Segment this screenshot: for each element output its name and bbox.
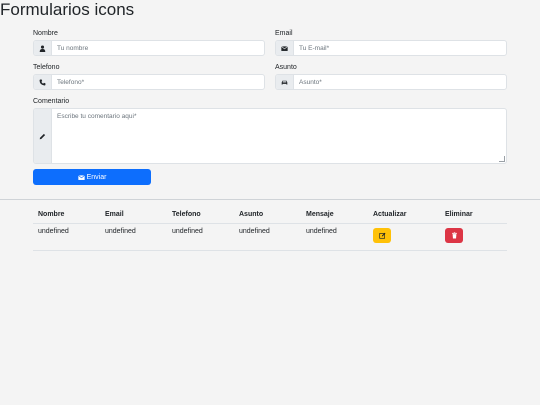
edit-button[interactable] xyxy=(373,228,391,243)
table-header-row: Nombre Email Telefono Asunto Mensaje Act… xyxy=(33,205,507,224)
contact-form: Nombre Tu nombre Email Tu E-mail* Telefo… xyxy=(33,29,507,164)
phone-icon xyxy=(34,75,52,89)
cell-email: undefined xyxy=(100,223,167,251)
telefono-input[interactable]: Telefono* xyxy=(52,75,264,89)
cell-actualizar xyxy=(368,223,440,251)
th-actualizar: Actualizar xyxy=(368,205,440,224)
email-label: Email xyxy=(275,30,293,37)
delete-button[interactable] xyxy=(445,228,463,243)
asunto-label: Asunto xyxy=(275,64,297,71)
comentario-textarea[interactable]: Escribe tu comentario aqui* xyxy=(52,109,506,163)
th-nombre: Nombre xyxy=(33,205,100,224)
asunto-field: Asunto Asunto* xyxy=(275,63,507,90)
th-mensaje: Mensaje xyxy=(301,205,368,224)
nombre-field: Nombre Tu nombre xyxy=(33,29,265,56)
comentario-input-group: Escribe tu comentario aqui* xyxy=(33,108,507,164)
comentario-field: Comentario Escribe tu comentario aqui* xyxy=(33,97,507,164)
email-input-group: Tu E-mail* xyxy=(275,40,507,56)
th-email: Email xyxy=(100,205,167,224)
resize-handle[interactable] xyxy=(499,156,505,162)
user-icon xyxy=(34,41,52,55)
email-input[interactable]: Tu E-mail* xyxy=(294,41,506,55)
pencil-icon xyxy=(34,109,52,163)
enviar-label: Enviar xyxy=(86,173,107,181)
trash-icon xyxy=(451,232,457,239)
telefono-label: Telefono xyxy=(33,64,60,71)
cell-eliminar xyxy=(440,223,507,251)
th-telefono: Telefono xyxy=(167,205,234,224)
cell-nombre: undefined xyxy=(33,223,100,251)
nombre-label: Nombre xyxy=(33,30,58,37)
table-row: undefined undefined undefined undefined … xyxy=(33,223,507,251)
nombre-input[interactable]: Tu nombre xyxy=(52,41,264,55)
nombre-input-group: Tu nombre xyxy=(33,40,265,56)
page-title: Formularios icons xyxy=(0,0,135,19)
telefono-input-group: Telefono* xyxy=(33,74,265,90)
asunto-input-group: Asunto* xyxy=(275,74,507,90)
cell-mensaje: undefined xyxy=(301,223,368,251)
envelope-icon xyxy=(77,174,85,180)
telefono-field: Telefono Telefono* xyxy=(33,63,265,90)
th-eliminar: Eliminar xyxy=(440,205,507,224)
divider xyxy=(0,199,540,200)
enviar-button[interactable]: Enviar xyxy=(33,169,151,185)
cell-telefono: undefined xyxy=(167,223,234,251)
results-table: Nombre Email Telefono Asunto Mensaje Act… xyxy=(33,205,507,251)
th-asunto: Asunto xyxy=(234,205,301,224)
cell-asunto: undefined xyxy=(234,223,301,251)
email-field: Email Tu E-mail* xyxy=(275,29,507,56)
asunto-input[interactable]: Asunto* xyxy=(294,75,506,89)
comentario-label: Comentario xyxy=(33,98,70,105)
edit-icon xyxy=(378,232,386,239)
envelope-icon xyxy=(276,41,294,55)
car-icon xyxy=(276,75,294,89)
